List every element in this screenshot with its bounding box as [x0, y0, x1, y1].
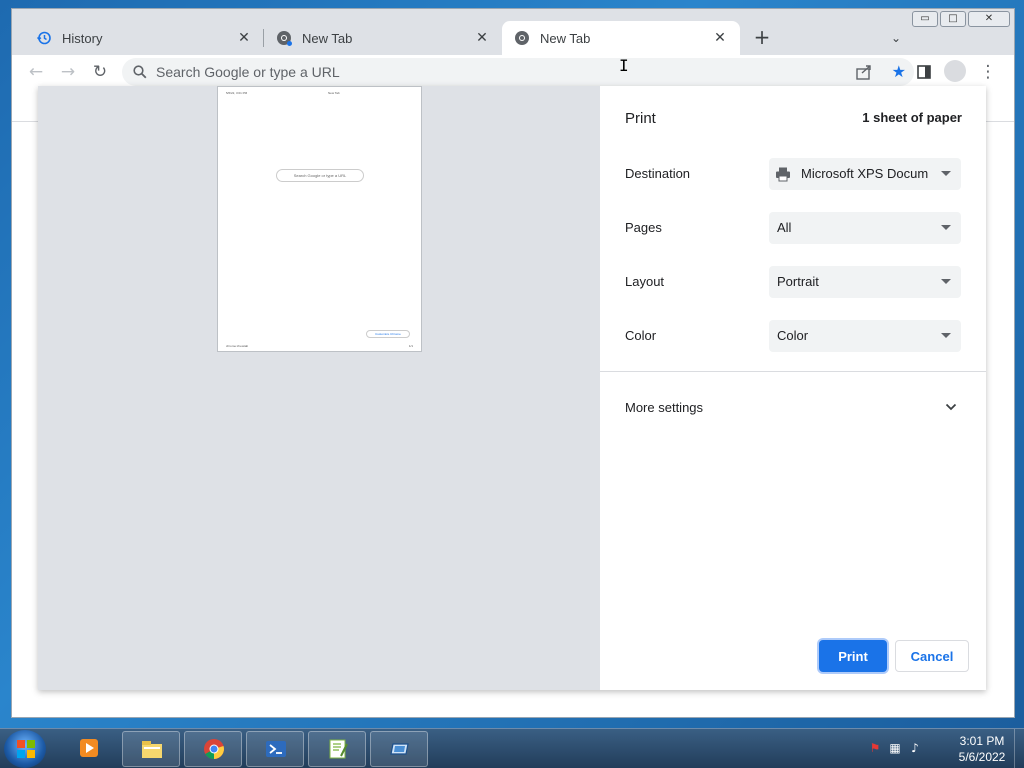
system-tray: ⚑ ▦ ♪ 3:01 PM 5/6/2022 [864, 729, 1024, 768]
chrome-taskbar-button[interactable] [184, 731, 242, 767]
maximize-button[interactable]: □ [940, 11, 966, 27]
new-tab-plus-icon[interactable]: + [750, 26, 774, 50]
printer-icon [775, 166, 791, 182]
dropdown-caret-icon [941, 225, 951, 230]
preview-header-title: New Tab [328, 91, 340, 95]
omnibox[interactable]: ★ [122, 58, 914, 86]
pages-value: All [777, 220, 792, 235]
tab-search-chevron-icon[interactable]: ⌄ [884, 27, 908, 49]
windows-logo-icon [17, 740, 35, 758]
tab-label: New Tab [540, 30, 591, 46]
powershell-icon [265, 738, 287, 760]
layout-value: Portrait [777, 274, 819, 289]
pages-label: Pages [625, 220, 662, 235]
file-explorer-icon [141, 738, 163, 760]
close-window-button[interactable]: ✕ [968, 11, 1010, 27]
chrome-icon [276, 30, 292, 46]
settings-divider [600, 371, 986, 372]
forward-arrow-icon[interactable]: → [56, 60, 80, 84]
layout-select[interactable]: Portrait [769, 266, 961, 298]
side-panel-icon[interactable] [912, 60, 936, 84]
browser-toolbar: ← → ↻ ★ ⋮ [12, 55, 1014, 89]
notepad-plus-icon [327, 738, 349, 760]
preview-footer-url: chrome://newtab [226, 344, 249, 348]
address-input[interactable] [156, 58, 836, 86]
chrome-icon [514, 30, 530, 46]
preview-customize-button: Customize Chrome [366, 330, 410, 338]
print-button[interactable]: Print [819, 640, 887, 672]
tab-label: History [62, 30, 103, 46]
media-player-icon [78, 737, 100, 759]
chrome-icon [203, 738, 225, 760]
destination-label: Destination [625, 166, 691, 181]
dropdown-caret-icon [941, 333, 951, 338]
history-icon [36, 30, 52, 46]
notepad-plus-taskbar-button[interactable] [308, 731, 366, 767]
window-controls: ▭ □ ✕ [912, 11, 1010, 27]
tab-new-tab[interactable]: New Tab ✕ [264, 21, 502, 55]
close-tab-icon[interactable]: ✕ [236, 30, 252, 46]
tab-new-tab-active[interactable]: New Tab ✕ [502, 21, 740, 55]
close-tab-icon[interactable]: ✕ [474, 30, 490, 46]
taskbar: ⚑ ▦ ♪ 3:01 PM 5/6/2022 [0, 728, 1024, 768]
bookmark-star-icon[interactable]: ★ [892, 61, 906, 83]
menu-kebab-icon[interactable]: ⋮ [976, 60, 1000, 84]
print-title: Print [625, 110, 656, 127]
remote-desktop-icon [389, 738, 411, 760]
search-icon [132, 64, 148, 80]
start-button[interactable] [4, 730, 46, 768]
network-icon[interactable]: ▦ [888, 741, 902, 755]
volume-icon[interactable]: ♪ [908, 741, 922, 755]
file-explorer-taskbar-button[interactable] [122, 731, 180, 767]
color-select[interactable]: Color [769, 320, 961, 352]
chevron-down-icon[interactable] [944, 400, 958, 414]
text-cursor-icon: I [619, 56, 629, 75]
back-arrow-icon[interactable]: ← [24, 60, 48, 84]
minimize-button[interactable]: ▭ [912, 11, 938, 27]
tab-strip: ▭ □ ✕ History ✕ New Tab ✕ New Tab ✕ + ⌄ [12, 9, 1014, 55]
close-tab-icon[interactable]: ✕ [712, 30, 728, 46]
clock-date: 5/6/2022 [958, 750, 1006, 764]
print-preview-area: 5/6/22, 3:01 PM New Tab Search Google or… [38, 86, 600, 690]
more-settings-toggle[interactable]: More settings [625, 400, 703, 415]
preview-search-box: Search Google or type a URL [276, 169, 364, 182]
profile-avatar-icon[interactable] [944, 60, 966, 82]
print-dialog: 5/6/22, 3:01 PM New Tab Search Google or… [38, 86, 986, 690]
color-value: Color [777, 328, 809, 343]
preview-header-date: 5/6/22, 3:01 PM [226, 91, 248, 95]
taskbar-clock[interactable]: 3:01 PM 5/6/2022 [952, 733, 1012, 765]
destination-select[interactable]: Microsoft XPS Docum [769, 158, 961, 190]
pages-select[interactable]: All [769, 212, 961, 244]
dropdown-caret-icon [941, 171, 951, 176]
reload-icon[interactable]: ↻ [88, 60, 112, 84]
sheet-count: 1 sheet of paper [862, 110, 962, 125]
print-settings-panel: Print 1 sheet of paper Destination Micro… [600, 86, 986, 690]
tab-history[interactable]: History ✕ [24, 21, 264, 55]
layout-label: Layout [625, 274, 665, 289]
share-icon[interactable] [854, 61, 874, 83]
preview-page: 5/6/22, 3:01 PM New Tab Search Google or… [217, 86, 422, 352]
dropdown-caret-icon [941, 279, 951, 284]
tab-label: New Tab [302, 30, 353, 46]
destination-value: Microsoft XPS Docum [801, 166, 929, 181]
clock-time: 3:01 PM [959, 734, 1005, 748]
action-center-flag-icon[interactable]: ⚑ [868, 741, 882, 755]
media-player-taskbar-button[interactable] [60, 731, 118, 767]
preview-footer-page: 1/1 [408, 344, 413, 348]
show-desktop-button[interactable] [1014, 729, 1024, 768]
cancel-button[interactable]: Cancel [895, 640, 969, 672]
remote-desktop-taskbar-button[interactable] [370, 731, 428, 767]
color-label: Color [625, 328, 657, 343]
powershell-taskbar-button[interactable] [246, 731, 304, 767]
